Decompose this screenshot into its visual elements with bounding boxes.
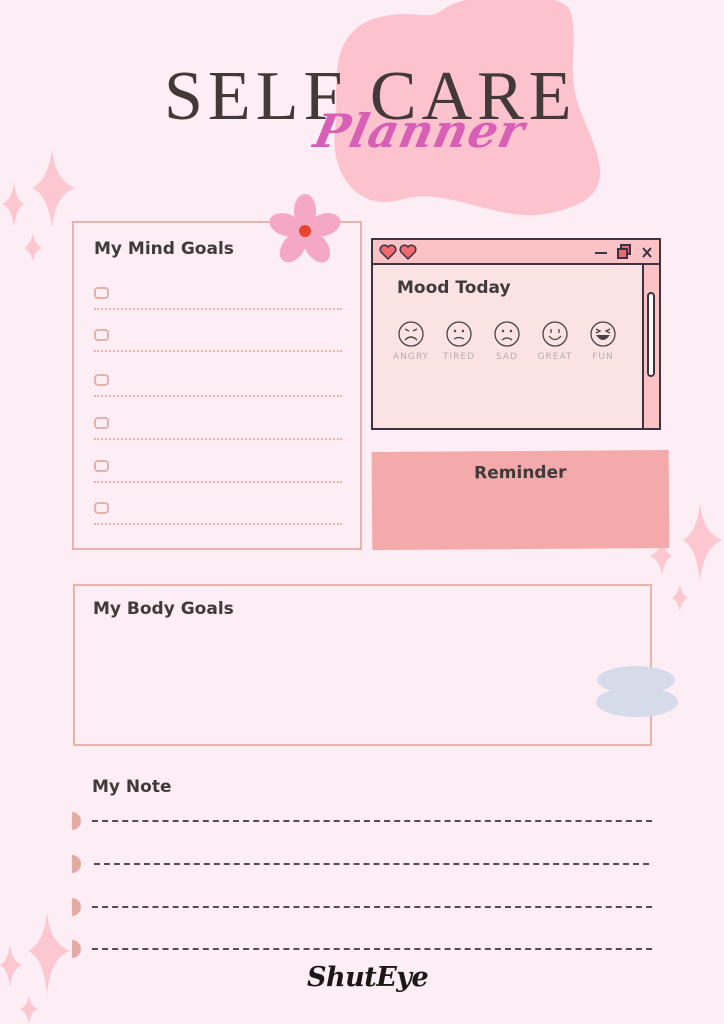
goal-checkbox[interactable] xyxy=(94,329,109,341)
mood-label: SAD xyxy=(496,352,518,362)
note-line-rule xyxy=(94,863,649,865)
mood-option-great[interactable]: GREAT xyxy=(531,320,579,362)
mood-label: ANGRY xyxy=(392,352,430,362)
mood-label: GREAT xyxy=(537,352,573,362)
note-line-rule xyxy=(92,906,652,908)
mind-goals-heading: My Mind Goals xyxy=(94,239,234,259)
angry-face-icon xyxy=(398,321,424,347)
goal-item xyxy=(94,287,342,310)
reminder-heading: Reminder xyxy=(474,462,567,484)
sad-face-icon xyxy=(494,321,520,347)
mood-label: FUN xyxy=(592,352,614,362)
note-tab-marker xyxy=(72,812,81,830)
mood-label: TIRED xyxy=(442,352,476,362)
mood-scrollbar[interactable] xyxy=(642,265,659,428)
goal-line[interactable] xyxy=(94,523,342,525)
smile-face-icon xyxy=(542,321,568,347)
note-line[interactable] xyxy=(72,855,654,875)
mind-goals-panel: My Mind Goals xyxy=(72,221,362,550)
mood-options: ANGRY TIRED SAD GREAT FUN xyxy=(387,320,645,362)
goal-line[interactable] xyxy=(94,438,342,440)
mood-option-fun[interactable]: FUN xyxy=(579,320,627,362)
goal-checkbox[interactable] xyxy=(94,502,109,514)
goal-item xyxy=(94,329,342,352)
goal-item xyxy=(94,374,342,397)
mood-window-titlebar xyxy=(373,240,659,265)
mood-option-sad[interactable]: SAD xyxy=(483,320,531,362)
note-tab-marker xyxy=(72,940,81,958)
page-subtitle: Planner xyxy=(309,104,531,158)
note-line[interactable] xyxy=(72,812,654,832)
note-line[interactable] xyxy=(72,898,654,918)
body-goals-panel[interactable]: My Body Goals xyxy=(73,584,652,746)
goal-line[interactable] xyxy=(94,350,342,352)
mood-option-angry[interactable]: ANGRY xyxy=(387,320,435,362)
goal-item xyxy=(94,460,342,483)
goal-line[interactable] xyxy=(94,308,342,310)
note-line[interactable] xyxy=(72,940,654,960)
cloud-decoration xyxy=(596,666,678,717)
note-tab-marker xyxy=(72,898,81,916)
goal-item xyxy=(94,502,342,525)
goal-checkbox[interactable] xyxy=(94,460,109,472)
note-line-rule xyxy=(92,820,652,822)
mood-today-window: Mood Today ANGRY TIRED SAD GREAT FUN xyxy=(371,238,661,430)
brand-logo: ShutEye xyxy=(307,962,429,993)
scrollbar-thumb[interactable] xyxy=(647,292,655,377)
mood-option-tired[interactable]: TIRED xyxy=(435,320,483,362)
body-goals-heading: My Body Goals xyxy=(93,599,234,619)
goal-checkbox[interactable] xyxy=(94,417,109,429)
note-heading: My Note xyxy=(92,777,172,797)
sparkles-decoration-bottom-left xyxy=(0,913,70,1024)
close-icon[interactable] xyxy=(640,243,654,261)
goal-checkbox[interactable] xyxy=(94,374,109,386)
mood-heading: Mood Today xyxy=(397,278,511,298)
flower-icon xyxy=(269,194,341,263)
note-line-rule xyxy=(92,948,652,950)
tired-face-icon xyxy=(446,321,472,347)
goal-line[interactable] xyxy=(94,481,342,483)
minimize-icon[interactable] xyxy=(593,243,609,261)
hearts-icon xyxy=(379,244,417,261)
restore-icon[interactable] xyxy=(616,243,632,261)
goal-line[interactable] xyxy=(94,395,342,397)
goal-item xyxy=(94,417,342,440)
reminder-box[interactable]: Reminder xyxy=(371,449,670,551)
goal-checkbox[interactable] xyxy=(94,287,109,299)
note-tab-marker xyxy=(72,855,81,873)
laughing-face-icon xyxy=(590,321,616,347)
